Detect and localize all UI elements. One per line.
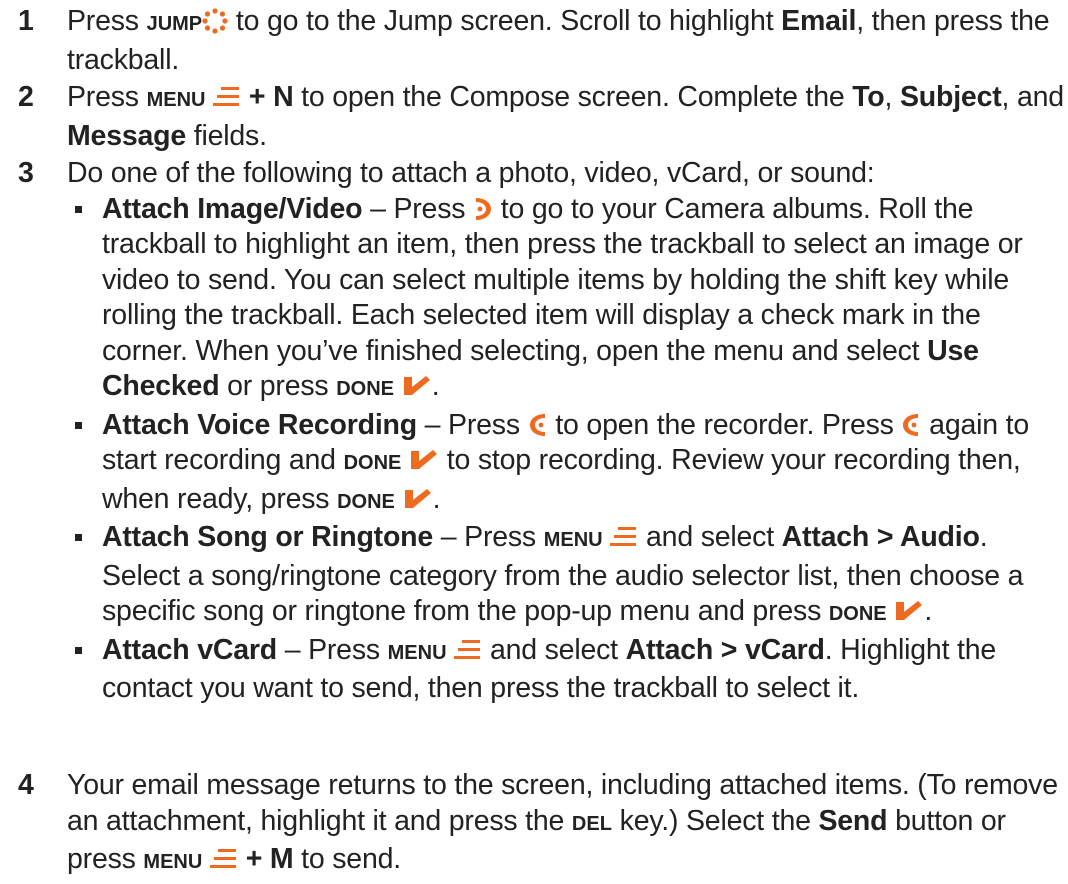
step-number: 3	[18, 157, 34, 189]
step-text: Press JUMP to go to the Jump screen. Scr…	[67, 5, 1050, 76]
done-key-label: DONE	[343, 452, 402, 474]
done-key-label: DONE	[828, 603, 887, 625]
jump-key-label: JUMP	[146, 13, 203, 35]
done-check-icon	[402, 373, 432, 399]
bullet-icon	[75, 205, 82, 213]
step-text: Press MENU + N to open the Compose scree…	[67, 81, 1064, 152]
step-number: 4	[18, 769, 34, 801]
bullet-icon	[75, 421, 82, 429]
menu-icon	[454, 637, 482, 663]
step-number: 1	[18, 5, 34, 37]
camera-album-icon	[473, 196, 493, 222]
done-check-icon	[894, 598, 924, 624]
done-check-icon	[409, 447, 439, 473]
menu-icon	[610, 524, 638, 550]
option-attach-vcard: Attach vCard – Press MENU and select Att…	[67, 633, 1064, 707]
bullet-icon	[75, 534, 82, 541]
voice-recorder-icon	[901, 412, 921, 438]
bullet-icon	[75, 646, 82, 654]
attachment-options-list: Attach Image/Video – Press to go to your…	[67, 192, 1064, 707]
step-intro: Do one of the following to attach a phot…	[67, 157, 875, 189]
done-key-label: DONE	[336, 378, 394, 400]
menu-key-label: MENU	[143, 851, 203, 873]
option-attach-image-video: Attach Image/Video – Press to go to your…	[67, 192, 1064, 408]
option-attach-song-ringtone: Attach Song or Ringtone – Press MENU and…	[67, 520, 1064, 633]
menu-icon	[210, 846, 238, 872]
menu-key-label: MENU	[543, 529, 603, 551]
option-attach-voice-recording: Attach Voice Recording – Press to open t…	[67, 408, 1064, 521]
jump-icon	[202, 8, 228, 34]
menu-key-label: MENU	[387, 641, 447, 664]
instruction-page: 1 Press JUMP to go to the Jump screen. S…	[0, 0, 1068, 884]
step-number: 2	[18, 81, 34, 113]
step-text: Your email message returns to the screen…	[67, 769, 1058, 875]
voice-recorder-icon	[528, 412, 548, 438]
done-check-icon	[403, 486, 433, 512]
menu-icon	[213, 84, 241, 110]
done-key-label: DONE	[337, 490, 395, 513]
menu-key-label: MENU	[146, 89, 206, 111]
step-text: Do one of the following to attach a phot…	[67, 156, 1064, 707]
del-key-label: DEL	[571, 812, 612, 835]
